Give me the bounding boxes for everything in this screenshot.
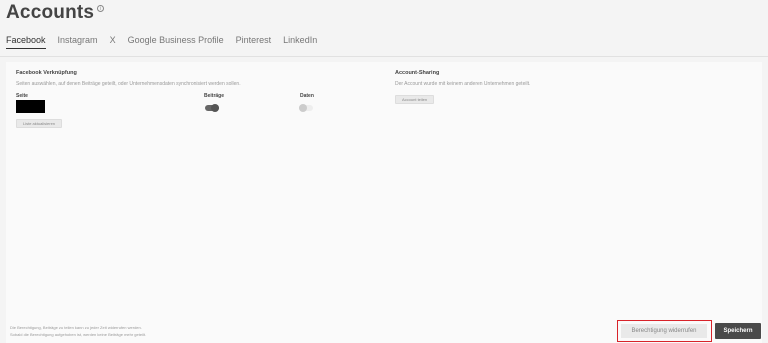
page-header: Accounts i <box>6 2 105 24</box>
tab-google-business-profile[interactable]: Google Business Profile <box>128 35 224 49</box>
tab-linkedin[interactable]: LinkedIn <box>283 35 317 49</box>
share-account-button[interactable]: Account teilen <box>395 95 435 104</box>
column-data-label: Daten <box>300 93 314 99</box>
page-name-redacted <box>16 100 45 113</box>
revoke-highlight: Berechtigung widerrufen <box>617 320 712 342</box>
account-sharing-title: Account-Sharing <box>395 70 440 76</box>
posts-toggle[interactable] <box>205 104 219 112</box>
tab-instagram[interactable]: Instagram <box>58 35 98 49</box>
footer-note-line-2: Sobald die Berechtigung aufgehoben ist, … <box>10 332 147 337</box>
facebook-link-description: Seiten auswählen, auf denen Beiträge get… <box>16 81 241 87</box>
column-posts-label: Beiträge <box>204 93 225 99</box>
account-sharing-description: Der Account wurde mit keinem anderen Unt… <box>395 81 531 87</box>
data-toggle[interactable] <box>299 104 313 112</box>
column-page-label: Seite <box>16 93 28 99</box>
save-button[interactable]: Speichern <box>715 323 761 339</box>
tabs-divider <box>0 56 768 57</box>
tab-facebook[interactable]: Facebook <box>6 35 46 49</box>
footer-note-line-1: Die Berechtigung, Beiträge zu teilen kan… <box>10 325 142 330</box>
page-title: Accounts <box>6 2 95 23</box>
settings-panel: Facebook Verknüpfung Seiten auswählen, a… <box>6 62 762 343</box>
info-icon[interactable]: i <box>97 5 105 12</box>
tab-pinterest[interactable]: Pinterest <box>236 35 272 49</box>
tab-x[interactable]: X <box>110 35 116 49</box>
account-tabs: Facebook Instagram X Google Business Pro… <box>6 35 329 49</box>
facebook-link-title: Facebook Verknüpfung <box>16 70 77 76</box>
revoke-permission-button[interactable]: Berechtigung widerrufen <box>621 324 707 338</box>
refresh-list-button[interactable]: Liste aktualisieren <box>16 119 63 128</box>
